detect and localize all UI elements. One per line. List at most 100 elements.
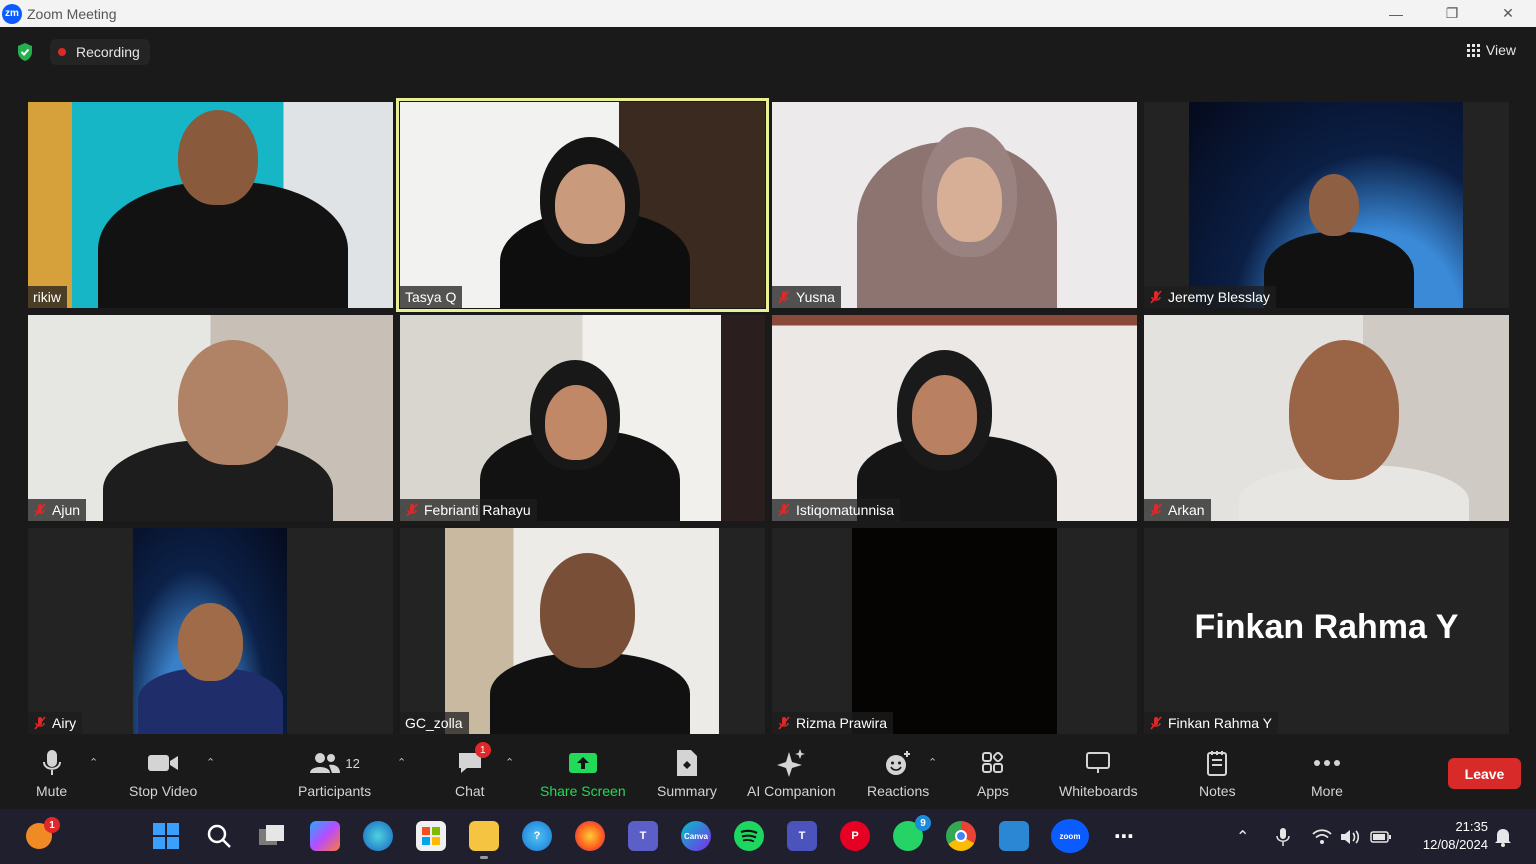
video-tile[interactable]: Airy <box>28 528 393 734</box>
muted-mic-icon <box>1150 503 1162 517</box>
summary-button[interactable]: Summary <box>657 748 717 799</box>
participant-name: Rizma Prawira <box>796 715 888 731</box>
participant-name-tag: GC_zolla <box>400 712 469 734</box>
edge-browser-icon[interactable] <box>363 821 393 851</box>
participant-name-tag: Airy <box>28 712 83 734</box>
participants-button[interactable]: 12 Participants <box>298 748 371 799</box>
video-tile-video-off[interactable]: Finkan Rahma Y Finkan Rahma Y <box>1144 528 1509 734</box>
microsoft-store-icon[interactable] <box>416 821 446 851</box>
show-hidden-icons-chevron-icon[interactable]: ⌃ <box>1236 809 1249 864</box>
whiteboards-button[interactable]: Whiteboards <box>1059 748 1138 799</box>
muted-mic-icon <box>1150 716 1162 730</box>
participant-name: Airy <box>52 715 77 731</box>
view-button[interactable]: View <box>1466 42 1516 58</box>
video-tile[interactable]: Ajun <box>28 315 393 521</box>
reactions-button[interactable]: Reactions <box>867 748 929 799</box>
file-explorer-icon[interactable] <box>469 821 499 859</box>
wifi-icon[interactable] <box>1312 809 1332 864</box>
reactions-options-chevron-icon[interactable]: ⌃ <box>928 756 937 769</box>
whatsapp-icon[interactable]: 9 <box>893 815 931 851</box>
tray-microphone-icon[interactable] <box>1276 809 1290 864</box>
video-tile-active-speaker[interactable]: Tasya Q <box>396 98 769 312</box>
close-button[interactable]: ✕ <box>1480 0 1536 27</box>
ai-companion-button[interactable]: AI Companion <box>747 748 836 799</box>
pinterest-icon[interactable]: P <box>840 821 870 851</box>
stop-video-label: Stop Video <box>129 783 198 799</box>
video-tile[interactable]: Jeremy Blesslay <box>1144 102 1509 308</box>
battery-icon[interactable] <box>1370 809 1392 864</box>
summary-document-icon <box>676 750 697 776</box>
share-screen-button[interactable]: Share Screen <box>540 748 626 799</box>
spotify-icon[interactable] <box>734 821 764 851</box>
muted-mic-icon <box>406 503 418 517</box>
minimize-button[interactable]: — <box>1368 0 1424 27</box>
video-tile[interactable]: Rizma Prawira <box>772 528 1137 734</box>
audio-options-chevron-icon[interactable]: ⌃ <box>89 756 98 769</box>
muted-mic-icon <box>34 503 46 517</box>
whiteboard-icon <box>1086 752 1111 773</box>
video-off-name: Finkan Rahma Y <box>1194 608 1459 646</box>
help-icon[interactable]: ? <box>522 821 552 851</box>
widget-badge: 1 <box>44 817 60 833</box>
search-icon[interactable] <box>204 821 234 851</box>
participant-name: Arkan <box>1168 502 1205 518</box>
weather-widget-icon[interactable]: 1 <box>24 817 60 851</box>
meeting-topbar: Recording View <box>0 27 1536 77</box>
windows-start-icon[interactable] <box>151 821 181 851</box>
participants-label: Participants <box>298 783 372 799</box>
leave-button[interactable]: Leave <box>1448 758 1521 789</box>
participant-name-tag: Febrianti Rahayu <box>400 499 537 521</box>
participant-name: rikiw <box>33 289 61 305</box>
chat-button[interactable]: 1 Chat <box>455 742 491 799</box>
security-shield-icon[interactable] <box>16 42 34 62</box>
participant-name: Yusna <box>796 289 835 305</box>
taskbar-clock[interactable]: 21:35 12/08/2024 <box>1423 818 1488 854</box>
task-view-icon[interactable] <box>257 821 287 851</box>
chat-options-chevron-icon[interactable]: ⌃ <box>505 756 514 769</box>
muted-mic-icon <box>34 716 46 730</box>
video-tile[interactable]: GC_zolla <box>400 528 765 734</box>
view-label: View <box>1485 42 1516 58</box>
teams-classic-icon[interactable]: T <box>787 821 817 851</box>
whiteboards-label: Whiteboards <box>1059 783 1138 799</box>
more-button[interactable]: More <box>1311 748 1343 799</box>
teams-icon[interactable]: T <box>628 821 658 851</box>
notifications-bell-icon[interactable] <box>1494 809 1512 864</box>
video-tile[interactable]: Istiqomatunnisa <box>772 315 1137 521</box>
apps-icon <box>981 751 1004 773</box>
mute-button[interactable]: Mute <box>36 748 67 799</box>
copilot-icon[interactable] <box>310 821 340 851</box>
video-tile[interactable]: rikiw <box>28 102 393 308</box>
video-options-chevron-icon[interactable]: ⌃ <box>206 756 215 769</box>
more-dots-icon <box>1313 760 1340 766</box>
chat-label: Chat <box>455 783 485 799</box>
whatsapp-badge: 9 <box>915 815 931 831</box>
ai-companion-label: AI Companion <box>747 783 836 799</box>
participant-name-tag: Ajun <box>28 499 87 521</box>
reactions-emoji-icon <box>886 751 911 775</box>
firefox-icon[interactable] <box>575 821 605 851</box>
share-screen-icon <box>568 753 597 773</box>
muted-mic-icon <box>778 290 790 304</box>
overflow-dots-icon[interactable]: ⋯ <box>1109 821 1139 851</box>
chrome-icon[interactable] <box>946 821 976 851</box>
participant-name-tag: rikiw <box>28 286 67 308</box>
restore-button[interactable]: ❐ <box>1424 0 1480 27</box>
canva-icon[interactable]: Canva <box>681 821 711 851</box>
participant-name: Finkan Rahma Y <box>1168 715 1273 731</box>
notes-button[interactable]: Notes <box>1199 748 1236 799</box>
zoom-taskbar-icon[interactable]: zoom <box>1051 819 1089 853</box>
participant-name-tag: Tasya Q <box>400 286 463 308</box>
recording-indicator[interactable]: Recording <box>50 39 150 65</box>
participant-name-tag: Rizma Prawira <box>772 712 894 734</box>
apps-button[interactable]: Apps <box>977 748 1009 799</box>
participant-name-tag: Arkan <box>1144 499 1211 521</box>
video-tile[interactable]: Arkan <box>1144 315 1509 521</box>
video-tile[interactable]: Yusna <box>772 102 1137 308</box>
recording-dot-icon <box>58 48 66 56</box>
video-tile[interactable]: Febrianti Rahayu <box>400 315 765 521</box>
participants-options-chevron-icon[interactable]: ⌃ <box>397 756 406 769</box>
stop-video-button[interactable]: Stop Video <box>129 748 197 799</box>
volume-icon[interactable] <box>1340 809 1360 864</box>
notepad-icon[interactable] <box>999 821 1029 851</box>
